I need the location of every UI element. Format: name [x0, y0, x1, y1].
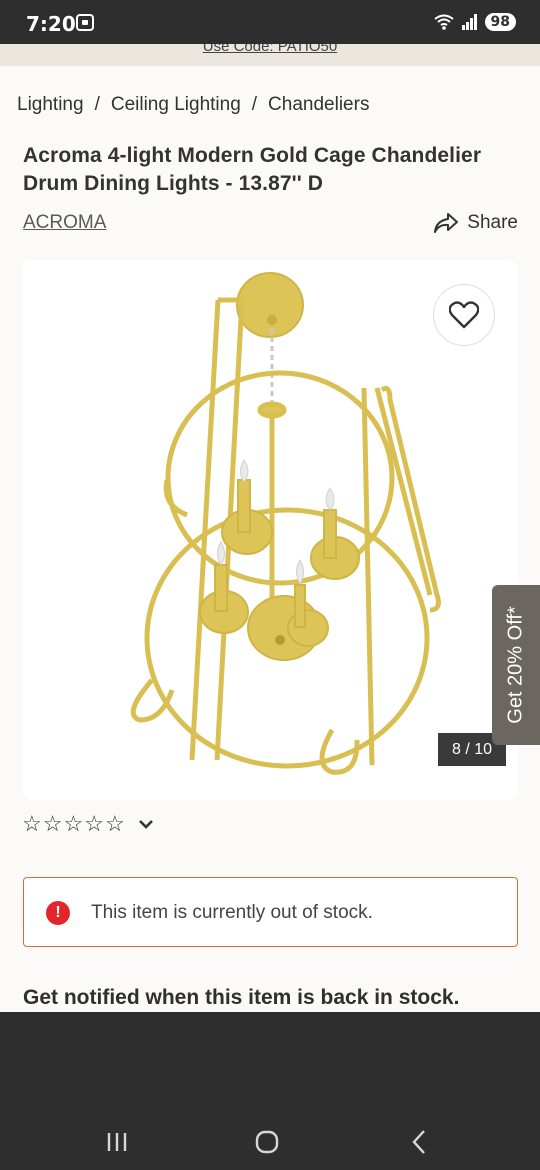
system-nav-bar — [0, 1012, 540, 1170]
brand-link[interactable]: ACROMA — [23, 212, 106, 234]
product-title: Acroma 4-light Modern Gold Cage Chandeli… — [23, 144, 482, 195]
star-outline-icon: ☆ — [42, 811, 63, 836]
share-icon — [434, 213, 459, 233]
out-of-stock-alert: ! This item is currently out of stock. — [23, 877, 518, 947]
screenshot-icon — [76, 14, 94, 31]
promo-banner[interactable]: Use Code: PATIO50 — [0, 44, 540, 66]
alert-icon: ! — [46, 901, 70, 925]
product-image-gallery[interactable] — [22, 260, 518, 800]
star-outline-icon: ☆ — [22, 811, 42, 836]
chandelier-product-image — [130, 272, 441, 775]
heart-icon — [449, 301, 479, 329]
wifi-icon — [433, 14, 454, 30]
notify-heading: Get notified when this item is back in s… — [23, 986, 460, 1009]
star-outline-icon: ☆ — [104, 811, 125, 836]
battery-indicator: 98 — [484, 13, 516, 31]
share-label: Share — [467, 212, 518, 233]
star-outline-icon: ☆ — [84, 811, 104, 836]
breadcrumb-chandeliers[interactable]: Chandeliers — [268, 94, 369, 116]
breadcrumb-lighting[interactable]: Lighting — [17, 94, 84, 116]
discount-tab-label: Get 20% Off* — [504, 606, 527, 724]
recent-apps-icon — [107, 1133, 127, 1151]
favorite-button[interactable] — [433, 284, 495, 346]
back-button[interactable] — [394, 1117, 444, 1167]
rating-stars[interactable]: ☆ ☆ ☆ ☆ ☆ — [22, 813, 154, 835]
out-of-stock-message: This item is currently out of stock. — [91, 902, 373, 923]
chevron-down-icon[interactable] — [138, 818, 154, 830]
home-icon — [255, 1130, 279, 1154]
home-button[interactable] — [242, 1117, 292, 1167]
star-outline-icon: ☆ — [63, 811, 84, 836]
breadcrumb: Lighting / Ceiling Lighting / Chandelier… — [17, 94, 369, 116]
discount-tab[interactable]: Get 20% Off* — [492, 585, 540, 745]
share-button[interactable]: Share — [433, 212, 518, 234]
breadcrumb-ceiling-lighting[interactable]: Ceiling Lighting — [111, 94, 241, 116]
status-bar: 7:20 98 — [0, 0, 540, 44]
breadcrumb-separator: / — [94, 94, 100, 115]
back-icon — [412, 1130, 425, 1154]
breadcrumb-separator: / — [251, 94, 258, 115]
promo-code-link[interactable]: Use Code: PATIO50 — [0, 44, 540, 55]
recent-apps-button[interactable] — [92, 1117, 142, 1167]
status-icons: 98 — [433, 13, 516, 31]
status-time: 7:20 — [26, 12, 76, 36]
signal-icon — [461, 14, 477, 30]
